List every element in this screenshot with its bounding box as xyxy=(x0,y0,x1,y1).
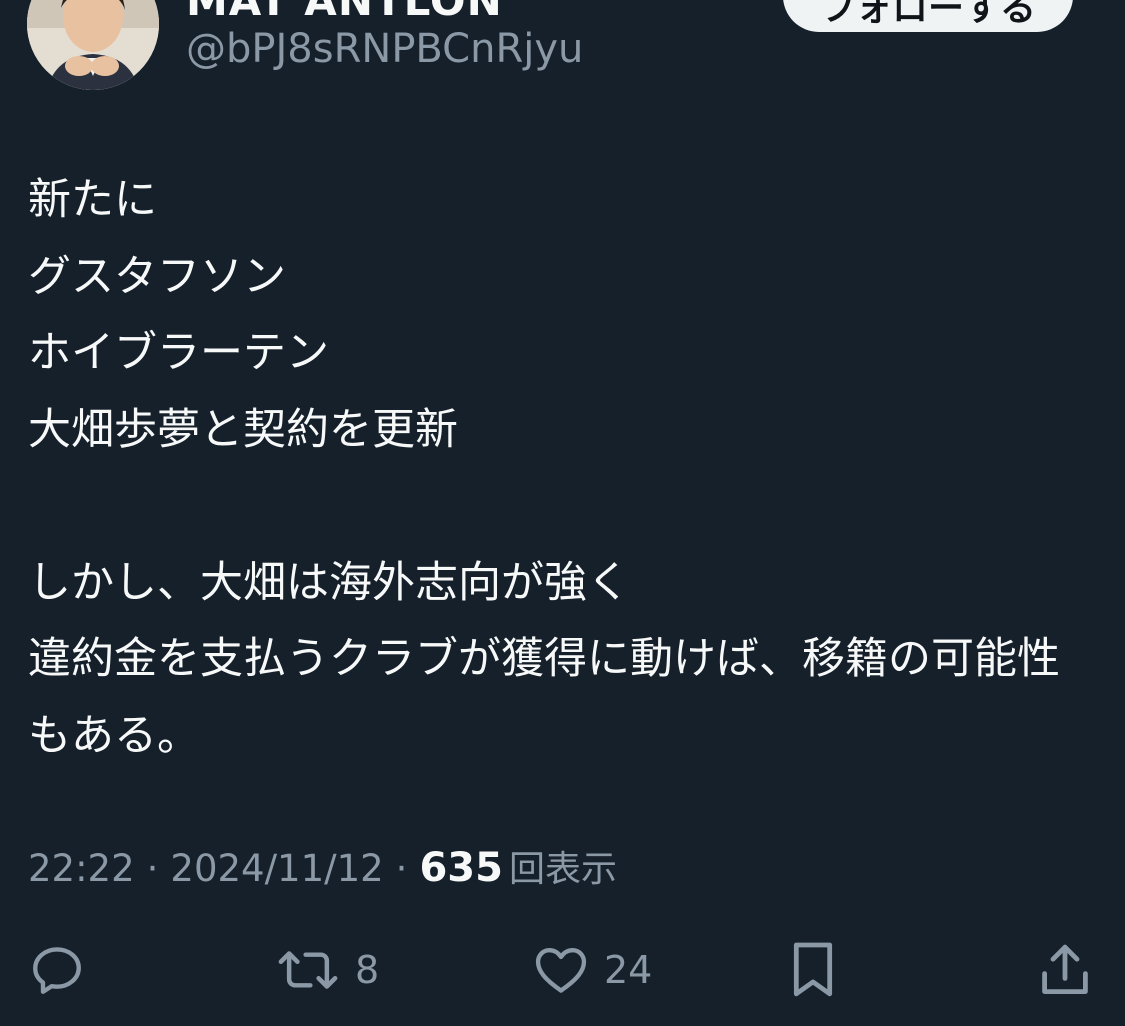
meta-separator: · xyxy=(395,847,408,890)
like-count: 24 xyxy=(604,948,653,992)
share-icon xyxy=(1042,944,1088,994)
follow-button[interactable]: フォローする xyxy=(783,0,1073,32)
reply-icon xyxy=(33,947,81,994)
share-button[interactable] xyxy=(1036,935,1094,1005)
retweet-count: 8 xyxy=(355,948,380,992)
tweet-text: 新たに グスタフソン ホイブラーテン 大畑歩夢と契約を更新 しかし、大畑は海外志… xyxy=(28,175,1060,761)
bookmark-button[interactable] xyxy=(784,935,842,1005)
like-button[interactable]: 24 xyxy=(532,935,652,1005)
author-handle[interactable]: @bPJ8sRNPBCnRjyu xyxy=(186,26,583,72)
tweet-meta: 22:22 · 2024/11/12 · 635 回表示 xyxy=(28,840,617,892)
avatar[interactable] xyxy=(27,0,159,90)
heart-icon xyxy=(535,948,587,993)
bookmark-icon xyxy=(793,942,833,997)
retweet-button[interactable]: 8 xyxy=(275,935,379,1005)
views-label: 回表示 xyxy=(508,849,617,890)
reply-button[interactable] xyxy=(28,935,100,1005)
author-display-name[interactable]: MAT ANTLON xyxy=(186,0,503,25)
meta-separator: · xyxy=(146,847,159,890)
tweet-date[interactable]: 2024/11/12 xyxy=(170,847,383,890)
avatar-image xyxy=(27,0,159,90)
views-count: 635 xyxy=(419,845,503,891)
tweet-actions: 8 24 xyxy=(0,935,1125,1005)
retweet-icon xyxy=(278,951,338,989)
tweet-time[interactable]: 22:22 xyxy=(28,847,135,890)
